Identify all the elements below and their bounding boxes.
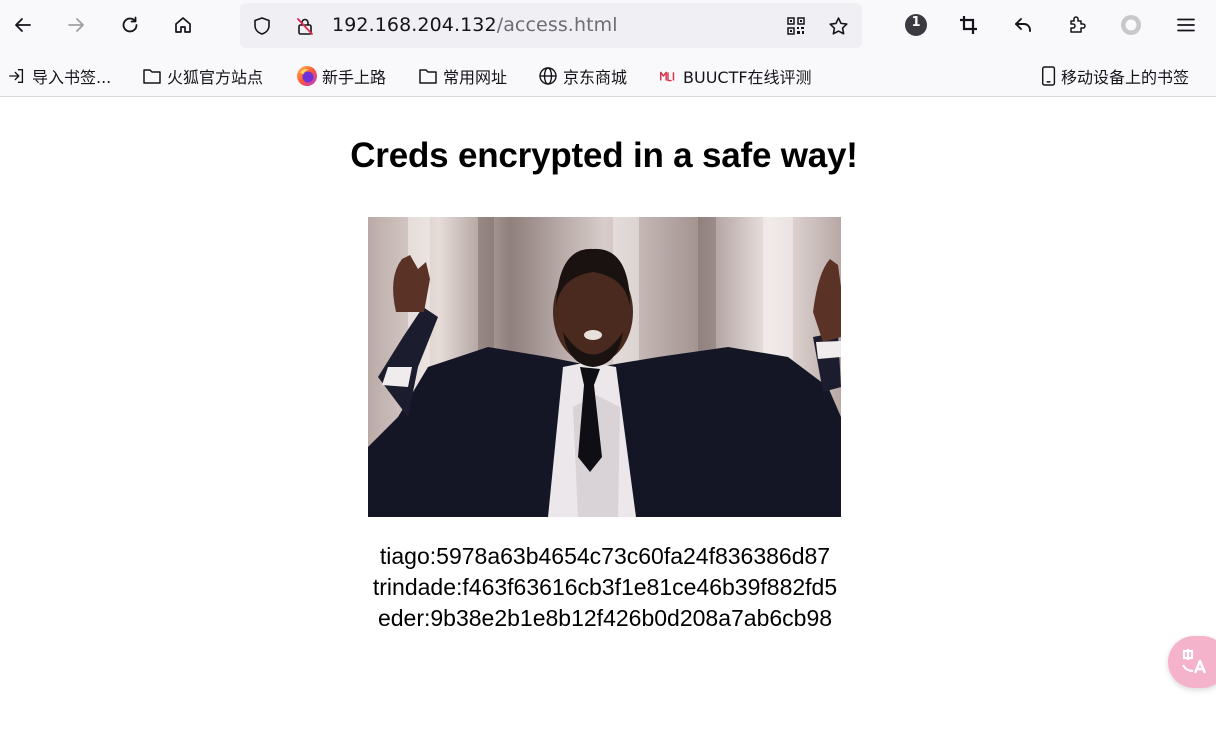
bookmark-getting-started[interactable]: 新手上路 (296, 63, 386, 89)
bookmark-common-sites[interactable]: 常用网址 (417, 63, 507, 89)
bookmarks-toolbar: 导入书签... 火狐官方站点 新手上路 常用网址 京东商城 BUUCTF在线评测 (0, 54, 1216, 97)
credential-line: tiago:5978a63b4654c73c60fa24f836386d87 (379, 543, 831, 569)
globe-icon (537, 65, 559, 87)
credential-line: trindade:f463f63616cb3f1e81ce46b39f882fd… (372, 574, 838, 600)
back-button[interactable] (7, 9, 39, 41)
reload-icon (122, 16, 138, 33)
crop-button[interactable] (953, 9, 985, 41)
back-icon (15, 18, 31, 32)
bookmark-label: 火狐官方站点 (167, 68, 264, 87)
url-text[interactable]: 192.168.204.132/access.html (332, 14, 618, 36)
home-button[interactable] (167, 9, 199, 41)
address-bar[interactable]: 192.168.204.132/access.html (240, 3, 862, 48)
account-button[interactable] (1115, 9, 1147, 41)
insecure-lock-icon[interactable] (294, 15, 316, 37)
reload-button[interactable] (114, 9, 146, 41)
url-path: /access.html (496, 14, 618, 36)
crop-icon (960, 16, 977, 34)
badge-extension-button[interactable]: 1 (900, 9, 932, 41)
bookmark-label: 导入书签... (32, 68, 112, 87)
bookmark-firefox-site[interactable]: 火狐官方站点 (141, 63, 263, 89)
badge-count: 1 (911, 15, 921, 30)
credentials-list: tiago:5978a63b4654c73c60fa24f836386d87 t… (0, 541, 1210, 634)
folder-icon (417, 65, 439, 87)
bookmark-jd[interactable]: 京东商城 (537, 63, 627, 89)
forward-button[interactable] (60, 9, 92, 41)
extensions-button[interactable] (1061, 9, 1093, 41)
credential-line: eder:9b38e2b1e8b12f426b0d208a7ab6cb98 (377, 605, 833, 631)
buuctf-icon (657, 65, 679, 87)
bookmark-label: 移动设备上的书签 (1061, 68, 1190, 87)
undo-button[interactable] (1007, 9, 1039, 41)
qr-code-icon[interactable] (785, 15, 807, 37)
undo-icon (1015, 18, 1031, 32)
bookmark-mobile[interactable]: 移动设备上的书签 (1038, 63, 1189, 89)
extensions-icon (1070, 16, 1086, 33)
folder-icon (141, 65, 163, 87)
bookmark-import[interactable]: 导入书签... (6, 63, 111, 89)
bookmark-label: BUUCTF在线评测 (683, 68, 812, 87)
shield-icon[interactable] (251, 15, 273, 37)
home-icon (175, 17, 191, 33)
mobile-icon (1038, 65, 1060, 87)
bookmark-label: 常用网址 (443, 68, 508, 87)
menu-button[interactable] (1170, 9, 1202, 41)
bookmark-star-icon[interactable] (827, 15, 849, 37)
page-heading: Creds encrypted in a safe way! (350, 136, 858, 175)
browser-toolbar: 192.168.204.132/access.html 1 (0, 0, 1216, 54)
account-icon (1121, 15, 1141, 35)
bookmark-label: 京东商城 (563, 68, 628, 87)
man-in-tuxedo-photo (368, 217, 841, 517)
bookmark-label: 新手上路 (322, 68, 387, 87)
bookmark-buuctf[interactable]: BUUCTF在线评测 (657, 63, 812, 89)
translate-button[interactable] (1168, 636, 1216, 688)
menu-icon (1177, 18, 1195, 32)
import-icon (6, 65, 28, 87)
url-host: 192.168.204.132 (332, 14, 497, 36)
translate-icon (1182, 649, 1207, 674)
page-content: Creds encrypted in a safe way! tiago:597… (0, 98, 1216, 733)
firefox-icon (296, 65, 318, 87)
forward-icon (68, 18, 84, 32)
